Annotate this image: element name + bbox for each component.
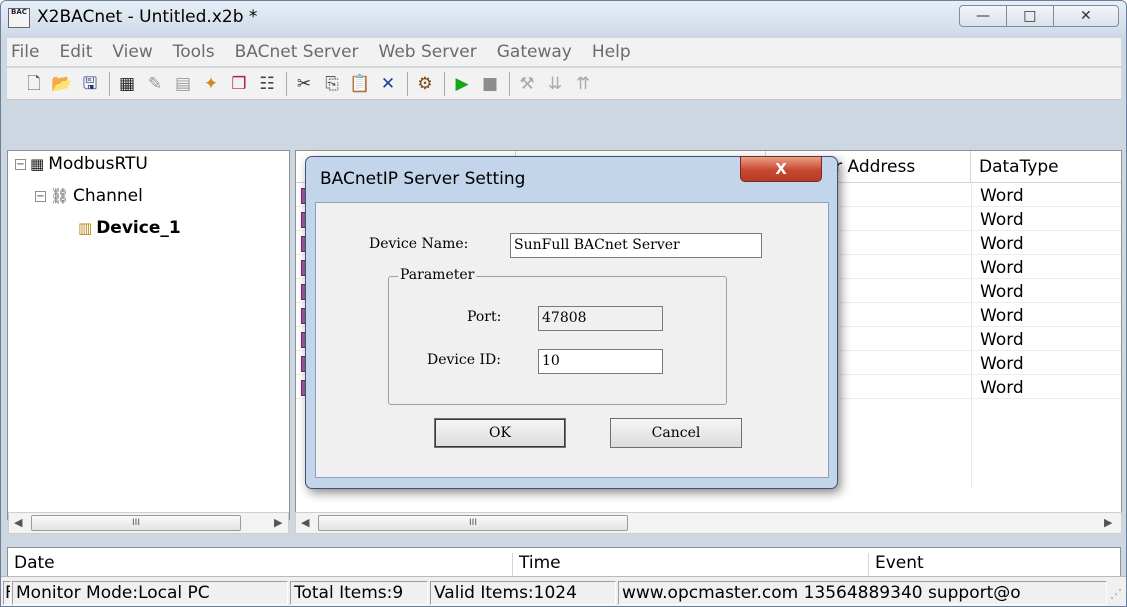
- status-monitor-mode: Monitor Mode:Local PC: [12, 581, 288, 605]
- monitor-icon[interactable]: ⚙: [414, 73, 436, 95]
- toolbar-separator: [109, 71, 110, 96]
- close-button[interactable]: ✕: [1054, 6, 1118, 26]
- column-header-date[interactable]: Date: [8, 553, 513, 577]
- menu-gateway[interactable]: Gateway: [497, 42, 572, 62]
- menu-edit[interactable]: Edit: [59, 42, 92, 62]
- run-icon[interactable]: ▶: [451, 73, 473, 95]
- tree-node-modbusrtu[interactable]: − ▦ ModbusRTU: [15, 154, 148, 174]
- tools-icon[interactable]: ⚒: [516, 73, 538, 95]
- dialog-title: BACnetIP Server Setting: [320, 169, 526, 189]
- menu-web-server[interactable]: Web Server: [379, 42, 477, 62]
- tree-node-label: Device_1: [96, 218, 181, 238]
- device-icon: ▥: [78, 219, 93, 237]
- properties-icon[interactable]: ☷: [256, 73, 278, 95]
- device-id-field[interactable]: 10: [538, 349, 663, 374]
- scroll-left-icon[interactable]: ◀: [14, 516, 22, 529]
- port-label: Port:: [467, 309, 502, 325]
- toolbar-separator: [444, 71, 445, 96]
- port-field[interactable]: 47808: [538, 306, 663, 331]
- cancel-button[interactable]: Cancel: [610, 418, 742, 448]
- status-pane-first: F: [3, 581, 11, 605]
- load-icon[interactable]: ⇊: [544, 73, 566, 95]
- collapse-icon[interactable]: −: [15, 158, 26, 170]
- event-log-panel: Date Time Event: [7, 547, 1121, 577]
- datatype-cell: Word: [980, 354, 1024, 374]
- title-bar[interactable]: BAC X2BACnet - Untitled.x2b * — □ ✕: [1, 1, 1126, 35]
- parameter-group: [388, 276, 727, 405]
- add-item-icon[interactable]: ▤: [172, 73, 194, 95]
- toolbar-separator: [509, 71, 510, 96]
- datatype-cell: Word: [980, 330, 1024, 350]
- upload-icon[interactable]: ⇈: [572, 73, 594, 95]
- app-icon: BAC: [8, 8, 30, 28]
- open-folder-icon[interactable]: 📂: [51, 73, 73, 95]
- datatype-cell: Word: [980, 186, 1024, 206]
- scroll-thumb[interactable]: III: [31, 515, 241, 531]
- project-tree: − ▦ ModbusRTU − ⛓ Channel ▥ Device_1: [7, 150, 290, 520]
- window-title: X2BACnet - Untitled.x2b *: [37, 7, 258, 27]
- toolbar-separator: [407, 71, 408, 96]
- channel-icon: ⛓: [50, 187, 70, 205]
- scroll-right-icon[interactable]: ▶: [1104, 516, 1112, 529]
- scroll-thumb[interactable]: III: [318, 515, 628, 531]
- list-horizontal-scrollbar[interactable]: ◀ III ▶: [295, 512, 1122, 534]
- column-header-time[interactable]: Time: [513, 553, 869, 577]
- column-header-datatype[interactable]: DataType: [971, 151, 1121, 183]
- datatype-cell: Word: [980, 210, 1024, 230]
- menu-bar: File Edit View Tools BACnet Server Web S…: [7, 38, 1121, 66]
- paste-icon[interactable]: 📋: [349, 73, 371, 95]
- status-contact: www.opcmaster.com 13564889340 support@o: [618, 581, 1107, 605]
- bacnetip-server-setting-dialog: BACnetIP Server Setting X Device Name: S…: [305, 156, 838, 489]
- stop-icon[interactable]: ■: [479, 73, 501, 95]
- menu-view[interactable]: View: [112, 42, 152, 62]
- add-channel-icon[interactable]: ✎: [144, 73, 166, 95]
- tree-node-device-1[interactable]: ▥ Device_1: [78, 218, 181, 238]
- ok-button[interactable]: OK: [434, 418, 566, 448]
- toolbar: 🗋 📂 🖫 ▦ ✎ ▤ ✦ ❒ ☷ ✂ ⎘ 📋 ✕ ⚙ ▶ ■ ⚒ ⇊ ⇈: [7, 67, 1121, 100]
- menu-bacnet-server[interactable]: BACnet Server: [235, 42, 359, 62]
- scroll-left-icon[interactable]: ◀: [301, 516, 309, 529]
- resize-grip-icon[interactable]: ⋰: [1110, 587, 1122, 601]
- window-controls: — □ ✕: [959, 5, 1119, 27]
- add-device-icon[interactable]: ▦: [116, 73, 138, 95]
- device-id-label: Device ID:: [427, 352, 501, 368]
- cut-icon[interactable]: ✂: [293, 73, 315, 95]
- dialog-close-button[interactable]: X: [740, 156, 822, 182]
- datatype-cell: Word: [980, 378, 1024, 398]
- save-icon[interactable]: 🖫: [79, 73, 101, 95]
- datatype-cell: Word: [980, 306, 1024, 326]
- datatype-cell: Word: [980, 258, 1024, 278]
- device-grid-icon: ▦: [30, 155, 45, 173]
- menu-help[interactable]: Help: [592, 42, 631, 62]
- scroll-right-icon[interactable]: ▶: [274, 516, 282, 529]
- tree-horizontal-scrollbar[interactable]: ◀ III ▶: [8, 512, 289, 534]
- datatype-cell: Word: [980, 282, 1024, 302]
- status-total-items: Total Items:9: [290, 581, 428, 605]
- datatype-cell: Word: [980, 234, 1024, 254]
- column-header-event[interactable]: Event: [869, 553, 1120, 577]
- menu-tools[interactable]: Tools: [173, 42, 215, 62]
- tree-node-label: Channel: [73, 186, 143, 206]
- menu-file[interactable]: File: [11, 42, 39, 62]
- wizard-icon[interactable]: ✦: [200, 73, 222, 95]
- new-file-icon[interactable]: 🗋: [23, 73, 45, 95]
- toolbar-separator: [286, 71, 287, 96]
- delete-icon[interactable]: ✕: [377, 73, 399, 95]
- status-valid-items: Valid Items:1024: [430, 581, 616, 605]
- tree-node-label: ModbusRTU: [48, 154, 148, 174]
- collapse-icon[interactable]: −: [35, 190, 46, 202]
- tree-node-channel[interactable]: − ⛓ Channel: [35, 186, 143, 206]
- bacnet-object-icon[interactable]: ❒: [228, 73, 250, 95]
- status-bar: F Monitor Mode:Local PC Total Items:9 Va…: [1, 576, 1126, 606]
- dialog-body: Device Name: SunFull BACnet Server Param…: [315, 202, 829, 478]
- parameter-group-label: Parameter: [398, 267, 477, 283]
- copy-icon[interactable]: ⎘: [321, 73, 343, 95]
- minimize-button[interactable]: —: [960, 6, 1007, 26]
- device-name-field[interactable]: SunFull BACnet Server: [510, 233, 762, 258]
- device-name-label: Device Name:: [369, 236, 469, 252]
- maximize-button[interactable]: □: [1007, 6, 1054, 26]
